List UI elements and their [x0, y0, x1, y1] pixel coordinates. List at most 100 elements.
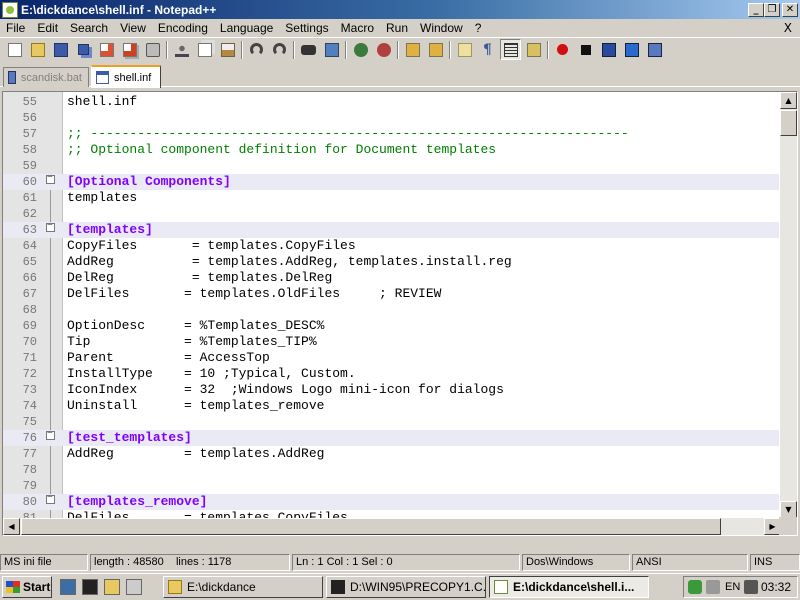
fold-toggle-icon[interactable]: − — [39, 429, 61, 446]
start-button[interactable]: Start — [2, 576, 52, 598]
menu-help[interactable]: ? — [469, 19, 488, 37]
close-document-button[interactable]: X — [784, 21, 792, 35]
minimize-button[interactable]: _ — [748, 2, 764, 17]
editor-line[interactable]: 57 ;; -----------------------------------… — [3, 126, 779, 142]
print-button[interactable] — [142, 39, 163, 60]
editor-line[interactable]: 70 Tip = %Templates_TIP% — [3, 334, 779, 350]
tray-app-icon[interactable] — [688, 580, 702, 594]
notepadpp-app-icon[interactable] — [2, 1, 18, 18]
undo-button[interactable] — [246, 39, 267, 60]
run-macro-multiple-button[interactable] — [621, 39, 642, 60]
editor-line[interactable]: 75 — [3, 414, 779, 430]
tab-scandisk-bat[interactable]: scandisk.bat — [3, 67, 89, 87]
task-explorer-dickdance[interactable]: E:\dickdance — [163, 576, 323, 598]
fold-minus-icon[interactable]: − — [45, 493, 55, 504]
menu-search[interactable]: Search — [64, 19, 114, 37]
save-macro-button[interactable] — [644, 39, 665, 60]
editor-line[interactable]: 80− [templates_remove] — [3, 493, 779, 510]
show-desktop-icon[interactable] — [60, 579, 76, 595]
editor-line[interactable]: 69 OptionDesc = %Templates_DESC% — [3, 318, 779, 334]
zoom-in-button[interactable] — [350, 39, 371, 60]
menu-run[interactable]: Run — [380, 19, 414, 37]
editor-line[interactable]: 73 IconIndex = 32 ;Windows Logo mini-icon… — [3, 382, 779, 398]
menu-encoding[interactable]: Encoding — [152, 19, 214, 37]
editor-line[interactable]: 68 — [3, 302, 779, 318]
scroll-down-button[interactable]: ▼ — [780, 501, 797, 518]
scroll-up-button[interactable]: ▲ — [780, 92, 797, 109]
scroll-left-button[interactable]: ◀ — [3, 518, 20, 535]
sync-horizontal-button[interactable] — [425, 39, 446, 60]
editor-line[interactable]: 66 DelReg = templates.DelReg — [3, 270, 779, 286]
replace-button[interactable] — [321, 39, 342, 60]
show-all-chars-button[interactable]: ¶ — [477, 39, 498, 60]
editor-line[interactable]: 58 ;; Optional component definition for D… — [3, 142, 779, 158]
menu-language[interactable]: Language — [214, 19, 279, 37]
redo-button[interactable] — [269, 39, 290, 60]
editor-line[interactable]: 59 — [3, 158, 779, 174]
close-file-button[interactable] — [96, 39, 117, 60]
editor-line[interactable]: 67 DelFiles = templates.OldFiles ; REVIEW — [3, 286, 779, 302]
sync-vertical-button[interactable] — [402, 39, 423, 60]
zoom-out-button[interactable] — [373, 39, 394, 60]
menu-macro[interactable]: Macro — [335, 19, 380, 37]
paste-button[interactable] — [217, 39, 238, 60]
editor-line[interactable]: 76− [test_templates] — [3, 429, 779, 446]
horizontal-scrollbar[interactable]: ◀ ▶ — [3, 518, 781, 535]
fold-toggle-icon[interactable]: − — [39, 221, 61, 238]
fold-minus-icon[interactable]: − — [45, 429, 55, 440]
new-file-button[interactable] — [4, 39, 25, 60]
editor-line[interactable]: 79 — [3, 478, 779, 494]
editor-line[interactable]: 71 Parent = AccessTop — [3, 350, 779, 366]
menu-window[interactable]: Window — [414, 19, 469, 37]
editor-line[interactable]: 78 — [3, 462, 779, 478]
editor-line[interactable]: 77 AddReg = templates.AddReg — [3, 446, 779, 462]
editor-line[interactable]: 62 — [3, 206, 779, 222]
vertical-scroll-thumb[interactable] — [780, 110, 797, 136]
editor-line[interactable]: 74 Uninstall = templates_remove — [3, 398, 779, 414]
tab-shell-inf[interactable]: shell.inf — [91, 65, 161, 88]
editor-line[interactable]: 63− [templates] — [3, 221, 779, 238]
restore-button[interactable]: ❐ — [764, 2, 780, 17]
horizontal-scroll-thumb[interactable] — [21, 518, 721, 535]
close-all-button[interactable] — [119, 39, 140, 60]
vertical-scrollbar[interactable]: ▲ ▼ — [780, 92, 797, 518]
menu-view[interactable]: View — [114, 19, 152, 37]
task-7zip-win95[interactable]: D:\WIN95\PRECOPY1.C... — [326, 576, 486, 598]
fold-minus-icon[interactable]: − — [45, 221, 55, 232]
explorer-folder-icon[interactable] — [104, 579, 120, 595]
word-wrap-button[interactable] — [454, 39, 475, 60]
user-defined-language-button[interactable] — [523, 39, 544, 60]
menu-edit[interactable]: Edit — [31, 19, 64, 37]
title-bar[interactable]: E:\dickdance\shell.inf - Notepad++ _ ❐ ✕ — [0, 0, 800, 19]
find-button[interactable] — [298, 39, 319, 60]
editor-line[interactable]: 60− [Optional Components] — [3, 173, 779, 190]
fold-toggle-icon[interactable]: − — [39, 493, 61, 510]
play-macro-button[interactable] — [598, 39, 619, 60]
save-button[interactable] — [50, 39, 71, 60]
close-window-button[interactable]: ✕ — [782, 2, 798, 17]
editor-line[interactable]: 64 CopyFiles = templates.CopyFiles — [3, 238, 779, 254]
editor-line[interactable]: 65 AddReg = templates.AddReg, templates.i… — [3, 254, 779, 270]
menu-file[interactable]: File — [0, 19, 31, 37]
open-file-button[interactable] — [27, 39, 48, 60]
indent-guide-button[interactable] — [500, 39, 521, 60]
copy-button[interactable] — [194, 39, 215, 60]
save-all-button[interactable] — [73, 39, 94, 60]
input-language[interactable]: EN — [725, 581, 740, 593]
fold-toggle-icon[interactable]: − — [39, 173, 61, 190]
menu-settings[interactable]: Settings — [279, 19, 334, 37]
quick-launch-app-icon[interactable] — [126, 579, 142, 595]
text-editor[interactable]: 55 shell.inf 56 57 ;; ----------------------… — [2, 91, 798, 536]
record-macro-button[interactable] — [552, 39, 573, 60]
editor-line[interactable]: 61 templates — [3, 190, 779, 206]
editor-line[interactable]: 72 InstallType = 10 ;Typical, Custom. — [3, 366, 779, 382]
fold-minus-icon[interactable]: − — [45, 173, 55, 184]
tray-tool-icon[interactable] — [744, 580, 759, 594]
task-notepadpp-shell-inf[interactable]: E:\dickdance\shell.i... — [489, 576, 649, 598]
editor-line[interactable]: 55 shell.inf — [3, 94, 779, 110]
editor-line[interactable]: 56 — [3, 110, 779, 126]
stop-macro-button[interactable] — [575, 39, 596, 60]
command-prompt-icon[interactable] — [82, 579, 98, 595]
cut-button[interactable] — [171, 39, 192, 60]
network-icon[interactable] — [706, 580, 720, 594]
